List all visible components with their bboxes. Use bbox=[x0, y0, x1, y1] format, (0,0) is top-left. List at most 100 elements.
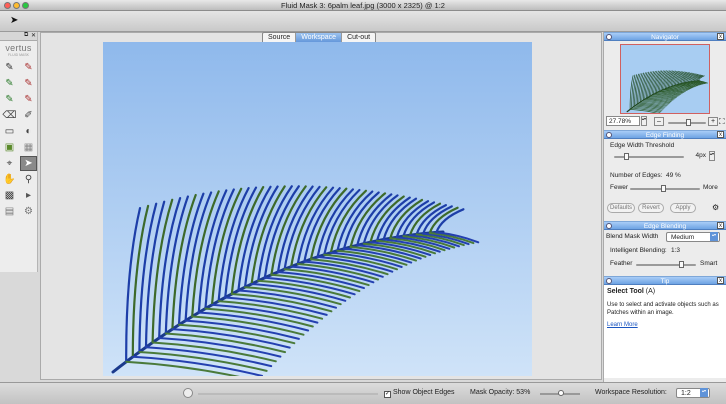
navigator-preview bbox=[621, 45, 709, 113]
edge-blending-toggle-icon[interactable] bbox=[606, 223, 612, 229]
right-panels: Navigator x 27.78% ▴▾ – + ⛶ Edge Finding… bbox=[603, 32, 726, 382]
rectangle-select-icon[interactable]: ▭ bbox=[1, 124, 18, 139]
edge-finding-toggle-icon[interactable] bbox=[606, 132, 612, 138]
keep-local-brush-2-icon[interactable]: ✎ bbox=[1, 92, 18, 107]
fit-to-window-icon[interactable]: ⛶ bbox=[719, 117, 725, 127]
edge-blending-body: Blend Mask Width Medium Intelligent Blen… bbox=[604, 230, 726, 276]
apply-button[interactable]: Apply bbox=[670, 203, 696, 213]
edge-width-threshold-stepper[interactable]: ▴▾ bbox=[709, 151, 715, 161]
edge-finding-body: Edge Width Threshold 4px ▴▾ Number of Ed… bbox=[604, 139, 726, 221]
edge-blending-title: Edge Blending bbox=[643, 223, 687, 230]
blend-mask-width-value[interactable]: Medium bbox=[666, 232, 720, 242]
edge-blending-header: Edge Blending x bbox=[604, 221, 726, 230]
intelligent-blending-value: 1:3 bbox=[671, 247, 681, 254]
edge-width-threshold-value: 4px bbox=[695, 152, 706, 159]
settings-gear-icon[interactable]: ⚙ bbox=[712, 203, 719, 212]
select-tool-icon[interactable]: ➤ bbox=[20, 156, 37, 171]
zoom-out-button[interactable]: – bbox=[654, 117, 664, 126]
delete-local-brush-icon[interactable]: ✎ bbox=[20, 76, 37, 91]
edge-width-threshold-label: Edge Width Threshold bbox=[610, 142, 675, 149]
mouse-cursor-icon: ➤ bbox=[10, 15, 19, 26]
tool-palette: ⧉ ✕ vertus FLUID MASK ✎ ✎ ✎ ✎ ✎ ✎ ⌫ ✐ ▭ ◐ ▣ ▦ ⌖ ➤ ✋ ⚲ ▩ ▸… bbox=[0, 32, 38, 272]
eraser-icon[interactable]: ⌫ bbox=[1, 108, 18, 123]
window-titlebar: Fluid Mask 3: 6palm leaf.jpg (3000 x 232… bbox=[0, 0, 726, 11]
edge-finding-close-icon[interactable]: x bbox=[717, 131, 724, 138]
blend-mask-width-select[interactable]: Medium bbox=[666, 232, 720, 242]
palette-header: ⧉ ✕ bbox=[0, 32, 37, 41]
tip-header: Tip x bbox=[604, 276, 726, 285]
workspace-resolution-value[interactable]: 1:2 bbox=[676, 388, 710, 398]
zoom-percent-field[interactable]: 27.78% bbox=[606, 116, 640, 126]
palette-close-icon[interactable]: ✕ bbox=[31, 32, 36, 39]
tip-body: Select Tool (A) Use to select and activa… bbox=[604, 285, 726, 378]
object-tool-icon[interactable]: ▤ bbox=[1, 204, 18, 219]
help-tool-icon[interactable]: ⚙ bbox=[20, 204, 37, 219]
delete-brush-icon[interactable]: ✎ bbox=[20, 60, 37, 75]
tip-close-icon[interactable]: x bbox=[717, 277, 724, 284]
zoom-in-button[interactable]: + bbox=[708, 117, 718, 126]
keep-brush-icon[interactable]: ✎ bbox=[1, 60, 18, 75]
tip-shortcut: (A) bbox=[645, 288, 656, 295]
more-label: More bbox=[703, 184, 718, 191]
navigator-title: Navigator bbox=[651, 34, 679, 41]
blend-tool-icon[interactable]: ⌖ bbox=[1, 156, 18, 171]
mask-opacity-knob[interactable] bbox=[558, 390, 565, 396]
show-object-edges-checkbox[interactable]: ✓ bbox=[384, 391, 391, 398]
intelligent-blending-label: Intelligent Blending: bbox=[610, 247, 667, 254]
mask-opacity-slider[interactable] bbox=[540, 390, 580, 396]
palette-option-icon[interactable]: ▸ bbox=[20, 188, 37, 203]
number-of-edges-slider[interactable] bbox=[630, 185, 700, 192]
intelligent-blending-slider[interactable] bbox=[636, 261, 696, 268]
navigator-thumbnail[interactable] bbox=[620, 44, 710, 114]
keep-local-brush-icon[interactable]: ✎ bbox=[1, 76, 18, 91]
blend-mask-width-label: Blend Mask Width bbox=[606, 233, 659, 240]
edge-width-threshold-slider[interactable] bbox=[614, 153, 684, 160]
status-bar: ✓ Show Object Edges Mask Opacity: 53% Wor… bbox=[0, 382, 726, 404]
intelligent-blending-knob[interactable] bbox=[679, 261, 685, 268]
number-of-edges-knob[interactable] bbox=[661, 185, 667, 192]
feather-label: Feather bbox=[610, 260, 633, 267]
tip-toggle-icon[interactable] bbox=[606, 278, 612, 284]
edge-blending-close-icon[interactable]: x bbox=[717, 222, 724, 229]
keep-patch-icon[interactable]: ▣ bbox=[1, 140, 18, 155]
show-object-edges-toggle[interactable]: ✓ Show Object Edges bbox=[384, 389, 454, 398]
window-title: Fluid Mask 3: 6palm leaf.jpg (3000 x 232… bbox=[281, 1, 445, 10]
status-scroll-track[interactable] bbox=[198, 393, 378, 395]
edge-finding-title: Edge Finding bbox=[645, 132, 685, 139]
brand-logo: vertus bbox=[5, 43, 32, 53]
zoom-slider-knob[interactable] bbox=[685, 119, 691, 126]
navigator-header: Navigator x bbox=[604, 32, 726, 41]
learn-more-link[interactable]: Learn More bbox=[607, 322, 723, 328]
navigator-toggle-icon[interactable] bbox=[606, 34, 612, 40]
show-object-edges-label: Show Object Edges bbox=[393, 389, 455, 396]
zoom-tool-icon[interactable]: ⚲ bbox=[20, 172, 37, 187]
palette-collapse-icon[interactable]: ⧉ bbox=[24, 32, 28, 39]
color-picker-icon[interactable]: ◐ bbox=[20, 124, 37, 139]
delete-patch-icon[interactable]: ▦ bbox=[20, 140, 37, 155]
tip-text: Use to select and activate objects such … bbox=[607, 302, 719, 316]
number-of-edges-label: Number of Edges: bbox=[610, 172, 663, 179]
checkerboard-icon[interactable]: ▩ bbox=[1, 188, 18, 203]
status-zoom-reset-icon[interactable] bbox=[183, 388, 193, 398]
navigator-zoom-row: 27.78% ▴▾ – + ⛶ bbox=[604, 116, 726, 128]
app-toolbar: ➤ bbox=[0, 11, 726, 32]
revert-button[interactable]: Revert bbox=[638, 203, 664, 213]
palm-leaf-image[interactable] bbox=[103, 42, 532, 376]
zoom-stepper[interactable]: ▴▾ bbox=[641, 116, 647, 126]
palm-leaf-artwork bbox=[103, 42, 532, 376]
smart-label: Smart bbox=[700, 260, 718, 267]
navigator-close-icon[interactable]: x bbox=[717, 33, 724, 40]
zoom-slider[interactable] bbox=[668, 119, 706, 126]
workspace-resolution-select[interactable]: 1:2 bbox=[676, 388, 710, 398]
edge-finding-header: Edge Finding x bbox=[604, 130, 726, 139]
tip-title: Tip bbox=[660, 278, 670, 285]
hand-tool-icon[interactable]: ✋ bbox=[1, 172, 18, 187]
defaults-button[interactable]: Defaults bbox=[607, 203, 635, 213]
delete-local-brush-2-icon[interactable]: ✎ bbox=[20, 92, 37, 107]
repair-brush-icon[interactable]: ✐ bbox=[20, 108, 37, 123]
tip-heading-row: Select Tool (A) bbox=[607, 288, 723, 295]
edge-width-threshold-knob[interactable] bbox=[623, 153, 629, 160]
tip-heading: Select Tool bbox=[607, 288, 644, 295]
number-of-edges-value: 49 % bbox=[666, 172, 681, 179]
workspace-resolution-label: Workspace Resolution: bbox=[595, 389, 667, 396]
